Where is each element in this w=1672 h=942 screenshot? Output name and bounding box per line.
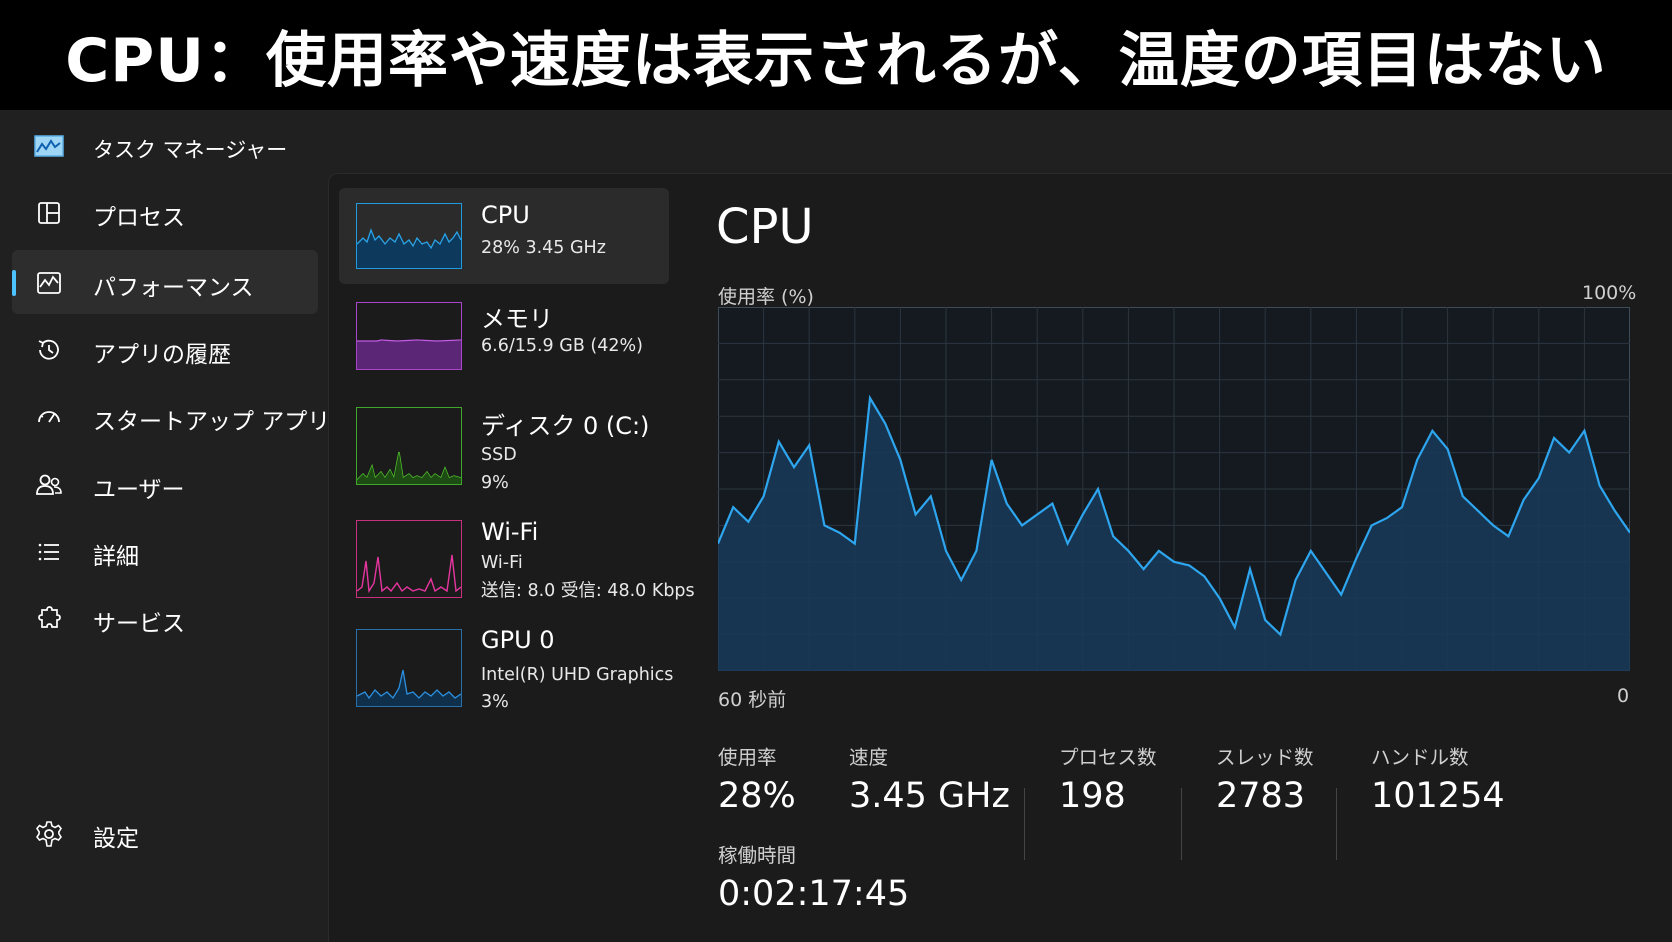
device-type-disk: SSD bbox=[481, 445, 517, 465]
stat-divider bbox=[1336, 788, 1337, 860]
stat-label-utilization: 使用率 bbox=[718, 746, 777, 769]
stat-value-threads: 2783 bbox=[1216, 776, 1306, 816]
users-icon bbox=[36, 474, 62, 495]
title-bar: タスク マネージャー bbox=[0, 110, 1672, 172]
stat-uptime: 稼働時間 0:02:17:45 bbox=[718, 839, 909, 914]
services-puzzle-icon bbox=[38, 606, 61, 628]
x-axis-right-label: 0 bbox=[1617, 685, 1630, 707]
nav-label-app-history: アプリの履歴 bbox=[93, 342, 231, 368]
stat-label-speed: 速度 bbox=[849, 746, 889, 769]
stat-processes: プロセス数 198 bbox=[1059, 741, 1157, 816]
device-item-wifi[interactable]: Wi-Fi Wi-Fi 送信: 8.0 受信: 48.0 Kbps bbox=[339, 510, 695, 610]
disk-thumbnail-graph bbox=[356, 407, 462, 485]
stat-divider bbox=[1181, 788, 1182, 860]
nav-item-users[interactable]: ユーザー bbox=[12, 452, 318, 516]
device-usage-gpu: 3% bbox=[481, 692, 509, 712]
device-type-wifi: Wi-Fi bbox=[481, 553, 523, 573]
caption-text: CPU：使用率や速度は表示されるが、温度の項目はない bbox=[65, 25, 1607, 96]
device-name-cpu: CPU bbox=[481, 201, 530, 229]
device-name-wifi: Wi-Fi bbox=[481, 518, 539, 546]
cpu-usage-chart bbox=[718, 307, 1630, 671]
stat-value-utilization: 28% bbox=[718, 776, 796, 816]
task-manager-logo-icon bbox=[34, 135, 64, 157]
performance-pane: CPU 28% 3.45 GHz メモリ 6.6/15.9 GB (42%) デ… bbox=[328, 173, 1672, 942]
device-usage-disk: 9% bbox=[481, 473, 509, 493]
nav-item-performance[interactable]: パフォーマンス bbox=[12, 250, 318, 314]
device-detail-memory: 6.6/15.9 GB (42%) bbox=[481, 336, 643, 356]
stat-label-handles: ハンドル数 bbox=[1371, 746, 1469, 769]
device-item-cpu[interactable]: CPU 28% 3.45 GHz bbox=[339, 188, 669, 284]
nav-label-details: 詳細 bbox=[93, 544, 139, 570]
stat-speed: 速度 3.45 GHz bbox=[849, 741, 1010, 816]
nav-item-settings[interactable]: 設定 bbox=[12, 801, 318, 865]
active-indicator bbox=[12, 270, 16, 296]
stat-value-handles: 101254 bbox=[1371, 776, 1505, 816]
caption-banner: CPU：使用率や速度は表示されるが、温度の項目はない bbox=[0, 0, 1672, 110]
task-manager-window: タスク マネージャー プロセス パフォーマンス アプリの履歴 スタートアップ ア… bbox=[0, 110, 1672, 942]
performance-icon bbox=[37, 272, 61, 294]
settings-gear-icon bbox=[36, 821, 62, 847]
device-item-gpu[interactable]: GPU 0 Intel(R) UHD Graphics 3% bbox=[339, 622, 673, 722]
nav-label-users: ユーザー bbox=[93, 477, 185, 503]
nav-item-services[interactable]: サービス bbox=[12, 586, 318, 650]
nav-label-performance: パフォーマンス bbox=[93, 275, 254, 301]
startup-gauge-icon bbox=[38, 411, 60, 423]
device-item-disk[interactable]: ディスク 0 (C:) SSD 9% bbox=[339, 398, 669, 498]
stat-handles: ハンドル数 101254 bbox=[1371, 741, 1505, 816]
memory-thumbnail-graph bbox=[356, 302, 462, 370]
nav-label-startup-apps: スタートアップ アプリ bbox=[93, 409, 331, 435]
nav-item-app-history[interactable]: アプリの履歴 bbox=[12, 317, 318, 381]
stat-label-processes: プロセス数 bbox=[1059, 746, 1157, 769]
stat-value-uptime: 0:02:17:45 bbox=[718, 874, 910, 914]
gpu-thumbnail-graph bbox=[356, 629, 462, 707]
stat-value-speed: 3.45 GHz bbox=[849, 776, 1010, 816]
device-name-disk: ディスク 0 (C:) bbox=[481, 412, 650, 440]
device-name-memory: メモリ bbox=[481, 305, 553, 333]
stat-utilization: 使用率 28% bbox=[718, 741, 796, 816]
stat-divider bbox=[1024, 788, 1025, 860]
nav-item-startup-apps[interactable]: スタートアップ アプリ bbox=[12, 384, 330, 448]
nav-item-processes[interactable]: プロセス bbox=[12, 180, 318, 244]
details-list-icon bbox=[38, 543, 59, 561]
nav-label-processes: プロセス bbox=[93, 205, 185, 231]
x-axis-left-label: 60 秒前 bbox=[718, 689, 787, 711]
sidebar: プロセス パフォーマンス アプリの履歴 スタートアップ アプリ ユーザー 詳細 … bbox=[0, 180, 330, 941]
stat-threads: スレッド数 2783 bbox=[1216, 741, 1314, 816]
nav-item-details[interactable]: 詳細 bbox=[12, 519, 318, 583]
stat-label-uptime: 稼働時間 bbox=[718, 844, 797, 867]
y-axis-max: 100% bbox=[1582, 282, 1637, 304]
stat-value-processes: 198 bbox=[1059, 776, 1126, 816]
nav-label-services: サービス bbox=[93, 611, 185, 637]
cpu-thumbnail-graph bbox=[356, 203, 462, 269]
app-title: タスク マネージャー bbox=[93, 138, 288, 162]
stat-label-threads: スレッド数 bbox=[1216, 746, 1314, 769]
device-detail-cpu: 28% 3.45 GHz bbox=[481, 238, 606, 258]
y-axis-label: 使用率 (%) bbox=[718, 286, 814, 308]
device-name-gpu: GPU 0 bbox=[481, 626, 555, 654]
history-icon bbox=[38, 339, 59, 360]
wifi-thumbnail-graph bbox=[356, 520, 462, 598]
processes-icon bbox=[38, 202, 60, 224]
device-item-memory[interactable]: メモリ 6.6/15.9 GB (42%) bbox=[339, 292, 669, 388]
device-model-gpu: Intel(R) UHD Graphics bbox=[481, 665, 674, 685]
device-throughput-wifi: 送信: 8.0 受信: 48.0 Kbps bbox=[481, 581, 695, 601]
detail-title: CPU bbox=[716, 199, 814, 255]
nav-label-settings: 設定 bbox=[93, 826, 139, 852]
